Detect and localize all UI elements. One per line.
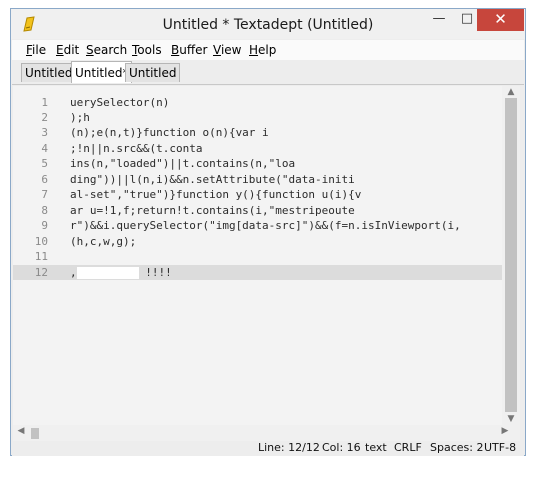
line-number: 4 <box>41 142 48 155</box>
tab-bar: Untitled* Untitled* Untitled <box>12 60 524 85</box>
line-text: ;!n||n.src&&(t.conta <box>70 142 203 155</box>
editor-area[interactable]: 1 uerySelector(n) 2 );h 3 (n);e(n,t)}functi… <box>13 86 520 426</box>
menu-search[interactable]: Search <box>86 43 127 57</box>
line-text: );h <box>70 111 90 124</box>
scroll-right-arrow-icon[interactable]: ▶ <box>499 426 511 436</box>
editor-line: 9 r")&&i.querySelector("img[data-src]")&&… <box>13 218 502 233</box>
app-window: Untitled * Textadept (Untitled) — □ ✕ Fi… <box>10 8 526 456</box>
status-eol[interactable]: CRLF <box>394 441 422 454</box>
line-text: ding"))||l(n,i)&&n.setAttribute("data-in… <box>70 173 355 186</box>
vertical-scrollbar[interactable]: ▲ ▼ <box>502 86 520 426</box>
editor-line: 6 ding"))||l(n,i)&&n.setAttribute("data-i… <box>13 172 502 187</box>
menu-file[interactable]: File <box>26 43 46 57</box>
line-number: 6 <box>41 173 48 186</box>
editor-line: 7 al-set","true")}function y(){function u… <box>13 187 502 202</box>
editor-line: 4 ;!n||n.src&&(t.conta <box>13 141 502 156</box>
menu-view[interactable]: View <box>213 43 241 57</box>
editor-line: 5 ins(n,"loaded")||t.contains(n,"loa <box>13 156 502 171</box>
line-text: (n);e(n,t)}function o(n){var i <box>70 126 269 139</box>
editor-line-current: 12, !!!! <box>13 265 502 280</box>
tab-untitled-3[interactable]: Untitled <box>125 63 181 82</box>
line-number: 11 <box>34 250 48 263</box>
status-line: Line: 12/12 <box>258 441 320 454</box>
line-number: 7 <box>41 188 48 201</box>
tab-untitled-2[interactable]: Untitled* <box>71 61 133 83</box>
editor-line: 2 );h <box>13 110 502 125</box>
status-encoding[interactable]: UTF-8 <box>484 441 516 454</box>
line-number: 3 <box>41 126 48 139</box>
line-number: 8 <box>41 204 48 217</box>
line-number: 9 <box>41 219 48 232</box>
line-text: ins(n,"loaded")||t.contains(n,"loa <box>70 157 296 170</box>
status-bar: Line: 12/12 Col: 16 text CRLF Spaces: 2 … <box>12 441 524 456</box>
line-number: 5 <box>41 157 48 170</box>
line-number: 10 <box>34 235 48 248</box>
line-text: al-set","true")}function y(){function u(… <box>70 188 362 201</box>
editor-line: 3 (n);e(n,t)}function o(n){var i <box>13 125 502 140</box>
horizontal-scrollbar[interactable]: ◀ ▶ <box>13 425 520 441</box>
title-bar[interactable]: Untitled * Textadept (Untitled) — □ ✕ <box>11 9 525 39</box>
menu-bar: File Edit Search Tools Buffer View Help <box>12 40 524 60</box>
line-number: 1 <box>41 96 48 109</box>
line-text: , !!!! <box>70 265 172 280</box>
status-lexer[interactable]: text <box>365 441 387 454</box>
line-text-prefix: , <box>70 266 77 279</box>
close-button[interactable]: ✕ <box>477 9 524 31</box>
line-text: r")&&i.querySelector("img[data-src]")&&(… <box>70 219 461 232</box>
menu-help[interactable]: Help <box>249 43 276 57</box>
line-number: 12 <box>34 266 48 279</box>
status-column: Col: 16 <box>322 441 361 454</box>
line-text: uerySelector(n) <box>70 96 170 109</box>
menu-tools[interactable]: Tools <box>132 43 162 57</box>
scroll-up-arrow-icon[interactable]: ▲ <box>502 87 520 97</box>
editor-line: 1 uerySelector(n) <box>13 95 502 110</box>
scroll-down-arrow-icon[interactable]: ▼ <box>502 414 520 424</box>
editor-line: 11 <box>13 249 502 264</box>
line-text-suffix: !!!! <box>138 266 172 279</box>
status-indentation[interactable]: Spaces: 2 <box>430 441 483 454</box>
redacted-text-block <box>76 267 139 279</box>
line-text: (h,c,w,g); <box>70 235 137 248</box>
line-number: 2 <box>41 111 48 124</box>
menu-buffer[interactable]: Buffer <box>171 43 207 57</box>
vertical-scroll-thumb[interactable] <box>505 98 517 412</box>
horizontal-scroll-thumb[interactable] <box>31 428 39 439</box>
editor-line: 10 (h,c,w,g); <box>13 234 502 249</box>
line-text: ar u=!1,f;return!t.contains(i,"mestripeo… <box>70 204 355 217</box>
menu-edit[interactable]: Edit <box>56 43 79 57</box>
scroll-left-arrow-icon[interactable]: ◀ <box>15 426 27 436</box>
editor-line: 8 ar u=!1,f;return!t.contains(i,"mestripe… <box>13 203 502 218</box>
minimize-button[interactable]: — <box>425 9 453 31</box>
